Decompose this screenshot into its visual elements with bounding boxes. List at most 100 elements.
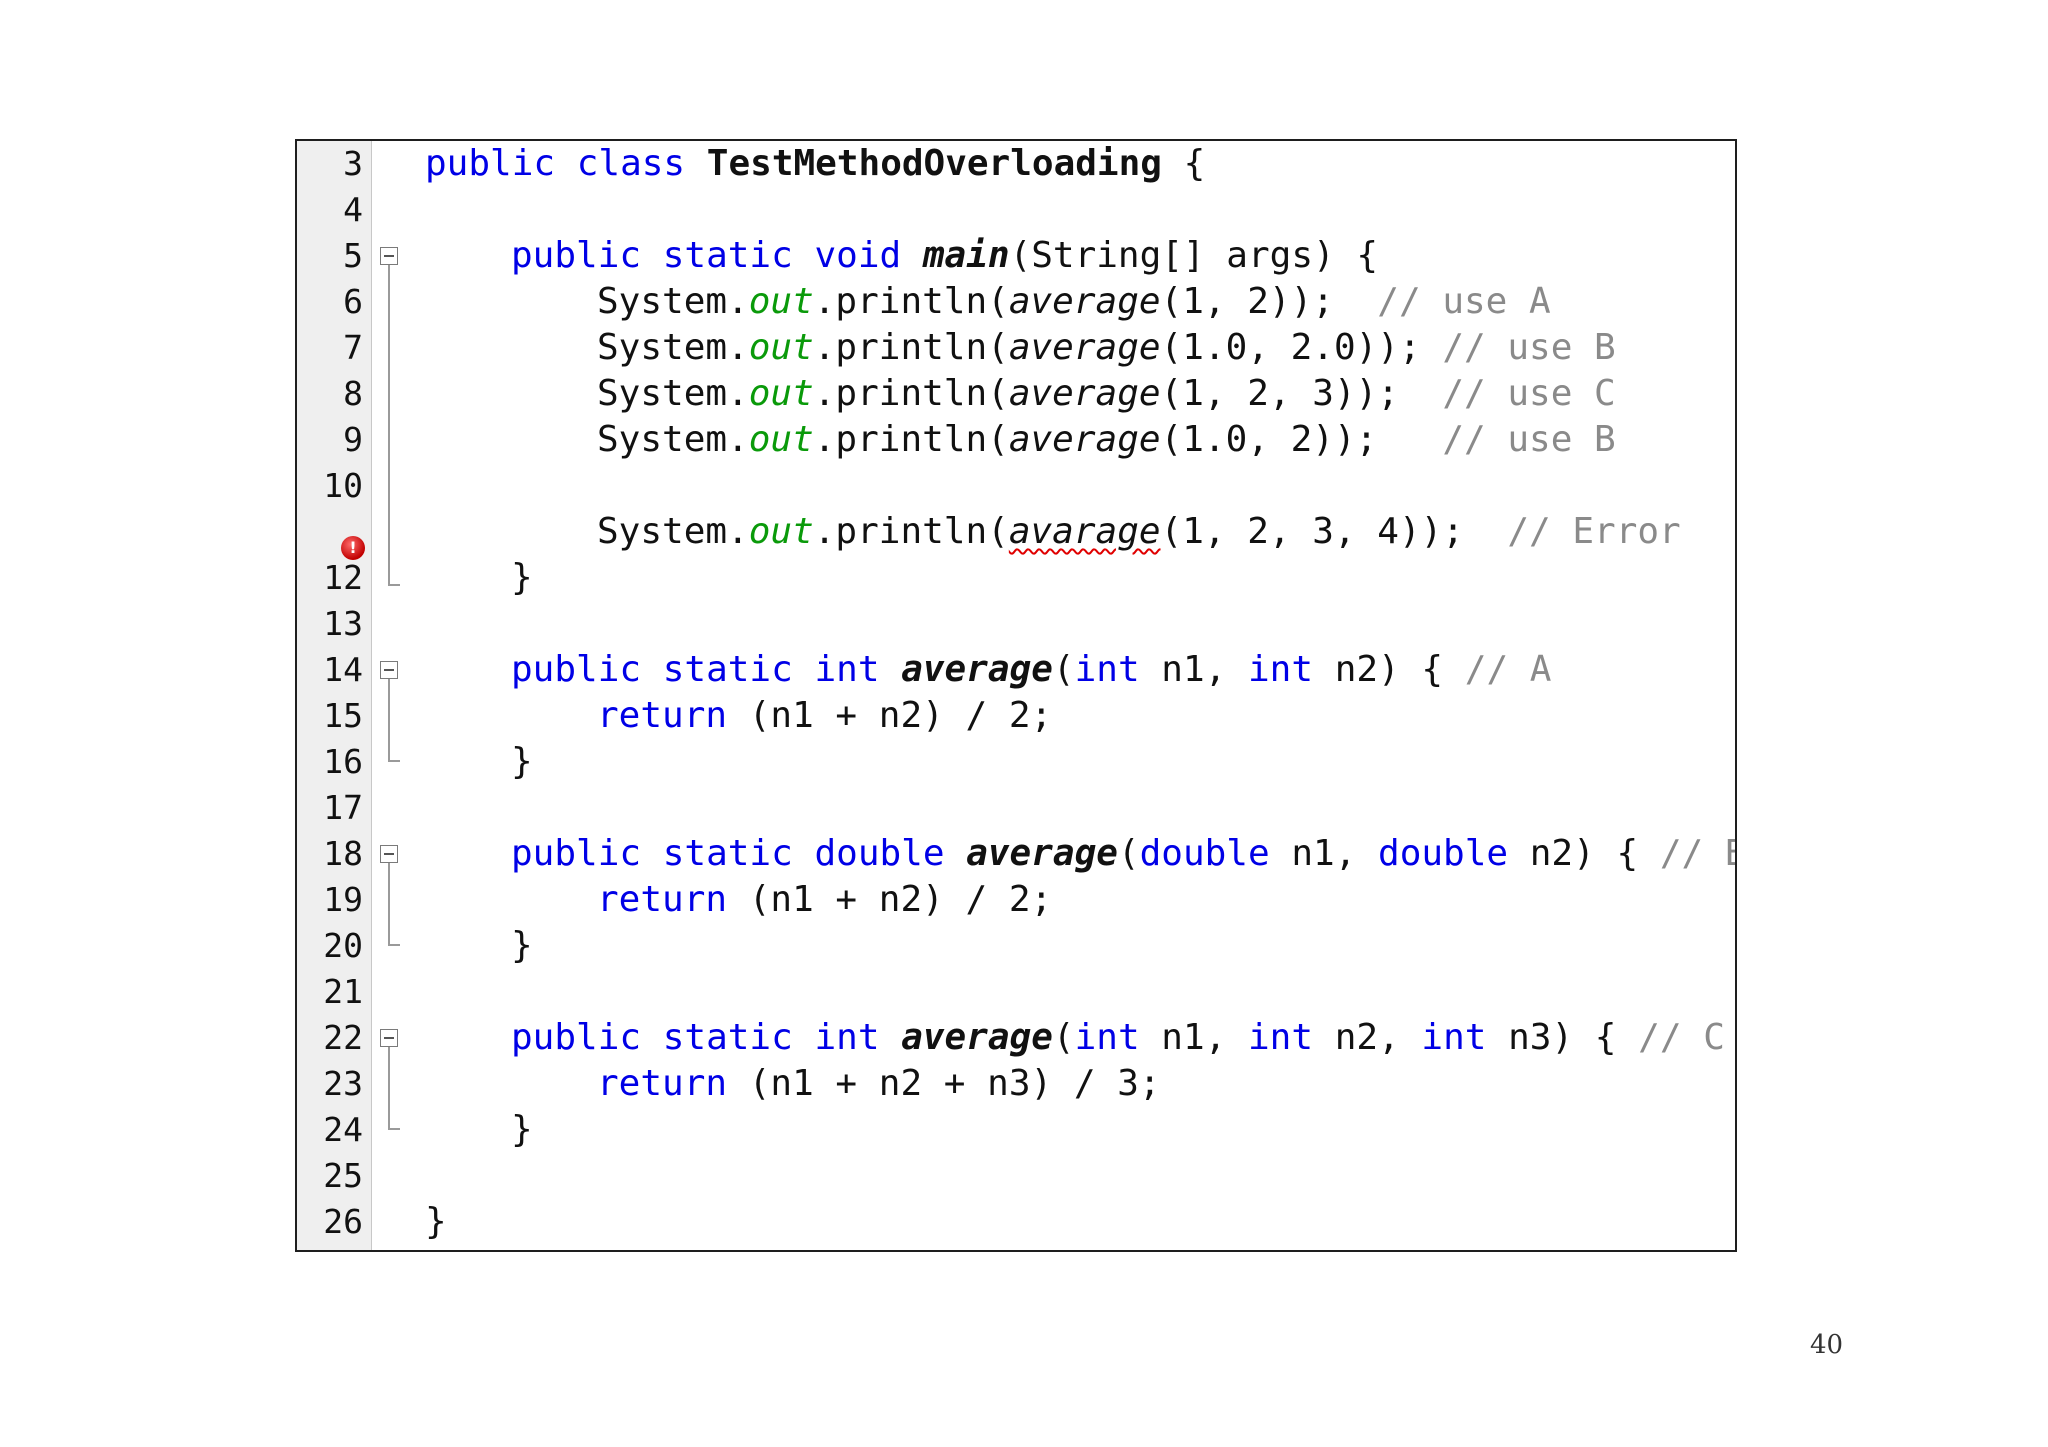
keyword: public	[511, 833, 642, 874]
identifier: System.	[597, 327, 749, 368]
line-number: 7	[343, 328, 363, 367]
code-line-3: public class TestMethodOverloading {	[425, 141, 1205, 187]
line-number: 19	[323, 880, 363, 919]
comment: // Error	[1507, 511, 1681, 552]
line-number: 10	[323, 466, 363, 505]
identifier: .println(	[813, 373, 1009, 414]
method-name: main	[922, 235, 1010, 276]
fold-toggle-main[interactable]	[380, 247, 398, 265]
line-number: 26	[323, 1202, 363, 1241]
keyword: int	[1074, 1017, 1140, 1058]
code-line-7: System.out.println(average(1.0, 2.0)); /…	[425, 325, 1616, 371]
class-name: TestMethodOverloading	[706, 143, 1162, 184]
fold-end	[388, 584, 400, 586]
expression: (n1 + n2) / 2;	[748, 879, 1053, 920]
identifier: System.	[597, 419, 749, 460]
identifier: .println(	[813, 511, 1009, 552]
method-name: average	[901, 649, 1053, 690]
page-number: 40	[1810, 1330, 1844, 1360]
fold-guide	[388, 265, 390, 584]
line-number: 3	[343, 144, 363, 183]
field: out	[748, 281, 814, 322]
line-number: 25	[323, 1156, 363, 1195]
keyword: void	[814, 235, 902, 276]
line-number-gutter: 3 4 5 6 7 8 9 10 ! 12 13 14 15 16 17 18 …	[297, 141, 372, 1250]
keyword: double	[1139, 833, 1270, 874]
line-number: 16	[323, 742, 363, 781]
keyword: return	[597, 879, 728, 920]
fold-end	[388, 760, 400, 762]
line-number: 13	[323, 604, 363, 643]
code-line-5: public static void main(String[] args) {	[425, 233, 1378, 279]
keyword: return	[597, 695, 728, 736]
line-number: 24	[323, 1110, 363, 1149]
fold-end	[388, 1128, 400, 1130]
param: n1,	[1269, 833, 1379, 874]
keyword: public	[511, 649, 642, 690]
line-number: 21	[323, 972, 363, 1011]
keyword: double	[1378, 833, 1509, 874]
fold-guide	[388, 1047, 390, 1128]
paren: (	[1052, 649, 1075, 690]
keyword: int	[1248, 649, 1314, 690]
arguments: (1.0, 2.0));	[1160, 327, 1421, 368]
fold-toggle-average-a[interactable]	[380, 661, 398, 679]
code-line-22: public static int average(int n1, int n2…	[425, 1015, 1725, 1061]
method-name: average	[901, 1017, 1053, 1058]
params: (String[] args) {	[1009, 235, 1379, 276]
keyword: return	[597, 1063, 728, 1104]
code-line-9: System.out.println(average(1.0, 2)); // …	[425, 417, 1616, 463]
keyword: int	[1421, 1017, 1487, 1058]
keyword: class	[576, 143, 686, 184]
keyword: static	[662, 235, 793, 276]
line-number: 22	[323, 1018, 363, 1057]
keyword: int	[814, 1017, 880, 1058]
brace: }	[511, 925, 533, 966]
comment: // use B	[1442, 419, 1616, 460]
line-number: 8	[343, 374, 363, 413]
field: out	[748, 511, 814, 552]
code-line-15: return (n1 + n2) / 2;	[425, 693, 1052, 739]
keyword: double	[814, 833, 945, 874]
brace: }	[511, 741, 533, 782]
comment: // use B	[1442, 327, 1616, 368]
line-number: 15	[323, 696, 363, 735]
method-call: average	[1008, 281, 1161, 322]
keyword: static	[662, 1017, 793, 1058]
brace: }	[425, 1201, 447, 1242]
paren: (	[1052, 1017, 1075, 1058]
arguments: (1, 2, 3));	[1160, 373, 1399, 414]
line-number: 5	[343, 236, 363, 275]
code-line-24: }	[425, 1107, 533, 1153]
param: n1,	[1139, 1017, 1248, 1058]
method-name: average	[966, 833, 1118, 874]
identifier: .println(	[813, 327, 1009, 368]
fold-toggle-average-b[interactable]	[380, 845, 398, 863]
method-call: average	[1008, 373, 1161, 414]
code-line-16: }	[425, 739, 533, 785]
code-line-18: public static double average(double n1, …	[425, 831, 1735, 877]
keyword: public	[425, 143, 556, 184]
method-call: average	[1008, 327, 1161, 368]
line-number: 6	[343, 282, 363, 321]
param: n3) {	[1486, 1017, 1617, 1058]
param: n2) {	[1508, 833, 1639, 874]
fold-guide	[388, 679, 390, 760]
comment: // use A	[1377, 281, 1551, 322]
error-method-call[interactable]: avarage	[1009, 511, 1161, 552]
fold-toggle-average-c[interactable]	[380, 1029, 398, 1047]
line-number: 4	[343, 190, 363, 229]
comment: // B	[1659, 833, 1735, 874]
keyword: static	[662, 649, 793, 690]
line-number: 20	[323, 926, 363, 965]
param: n1,	[1139, 649, 1248, 690]
identifier: .println(	[813, 419, 1009, 460]
code-line-8: System.out.println(average(1, 2, 3)); //…	[425, 371, 1616, 417]
line-number: 23	[323, 1064, 363, 1103]
keyword: int	[814, 649, 880, 690]
fold-end	[388, 944, 400, 946]
keyword: int	[1248, 1017, 1314, 1058]
keyword: public	[511, 235, 642, 276]
arguments: (1, 2, 3, 4));	[1160, 511, 1464, 552]
comment: // A	[1464, 649, 1552, 690]
